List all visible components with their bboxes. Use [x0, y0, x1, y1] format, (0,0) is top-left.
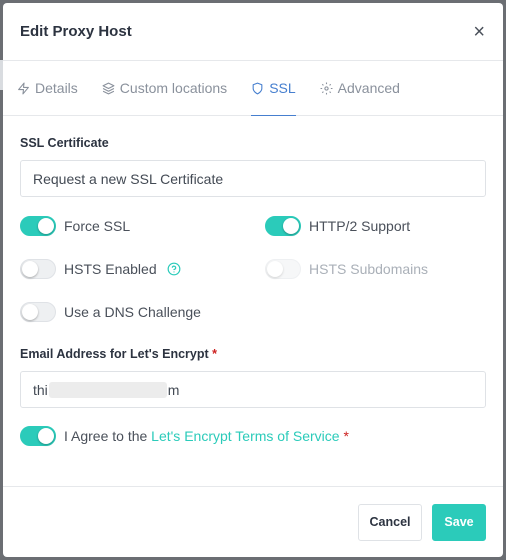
ssl-certificate-label: SSL Certificate	[20, 136, 109, 150]
shield-icon	[252, 82, 263, 94]
close-button[interactable]: ×	[473, 22, 485, 42]
http2-label: HTTP/2 Support	[309, 218, 411, 234]
tab-advanced[interactable]: Advanced	[320, 61, 400, 116]
redacted-region	[48, 381, 167, 398]
modal-header: Edit Proxy Host ×	[3, 3, 503, 61]
hsts-subdomains-label: HSTS Subdomains	[309, 261, 429, 277]
http2-toggle[interactable]	[265, 216, 301, 236]
required-mark: *	[212, 347, 218, 361]
tab-bar: Details Custom locations SSL Advanced	[3, 61, 503, 116]
zap-icon	[18, 82, 29, 94]
agree-text: I Agree to the	[64, 428, 152, 444]
terms-of-service-link[interactable]: Let's Encrypt Terms of Service	[151, 428, 339, 444]
agree-terms-label: I Agree to the Let's Encrypt Terms of Se…	[64, 428, 349, 444]
modal-title: Edit Proxy Host	[20, 23, 132, 40]
layers-icon	[102, 82, 115, 94]
agree-terms-option: I Agree to the Let's Encrypt Terms of Se…	[20, 426, 486, 446]
email-label: Email Address for Let's Encrypt *	[20, 347, 486, 361]
required-mark: *	[343, 428, 349, 444]
edit-proxy-host-modal: Edit Proxy Host × Details Custom locatio…	[3, 3, 503, 557]
tab-label: Details	[35, 80, 78, 96]
help-icon[interactable]	[167, 262, 181, 276]
tab-label: SSL	[269, 80, 296, 96]
agree-terms-toggle[interactable]	[20, 426, 56, 446]
force-ssl-option: Force SSL	[20, 215, 265, 237]
hsts-option: HSTS Enabled	[20, 258, 265, 280]
save-button[interactable]: Save	[432, 503, 486, 541]
email-label-text: Email Address for Let's Encrypt	[20, 347, 209, 361]
cancel-button[interactable]: Cancel	[358, 503, 422, 541]
ssl-options: Force SSL HTTP/2 Support HSTS Enabled HS…	[20, 215, 486, 323]
modal-footer: Cancel Save	[3, 486, 503, 557]
email-input[interactable]: thi m	[20, 371, 486, 408]
email-value-end: m	[167, 381, 180, 398]
dns-challenge-option: Use a DNS Challenge	[20, 301, 265, 323]
email-value-start: thi	[33, 381, 48, 398]
ssl-form: SSL Certificate Request a new SSL Certif…	[3, 116, 503, 446]
gear-icon	[320, 82, 333, 94]
hsts-subdomains-option: HSTS Subdomains	[265, 258, 487, 280]
tab-custom-locations[interactable]: Custom locations	[102, 61, 227, 116]
tab-ssl[interactable]: SSL	[251, 61, 296, 116]
hsts-label: HSTS Enabled	[64, 261, 157, 277]
tab-label: Custom locations	[119, 80, 228, 96]
http2-option: HTTP/2 Support	[265, 215, 487, 237]
tab-details[interactable]: Details	[17, 61, 78, 116]
ssl-certificate-select[interactable]: Request a new SSL Certificate	[20, 160, 486, 197]
tab-label: Advanced	[337, 80, 400, 96]
dns-challenge-toggle[interactable]	[20, 302, 56, 322]
force-ssl-label: Force SSL	[64, 218, 131, 234]
hsts-toggle[interactable]	[20, 259, 56, 279]
force-ssl-toggle[interactable]	[20, 216, 56, 236]
hsts-subdomains-toggle[interactable]	[265, 259, 301, 279]
dns-challenge-label: Use a DNS Challenge	[64, 304, 201, 320]
